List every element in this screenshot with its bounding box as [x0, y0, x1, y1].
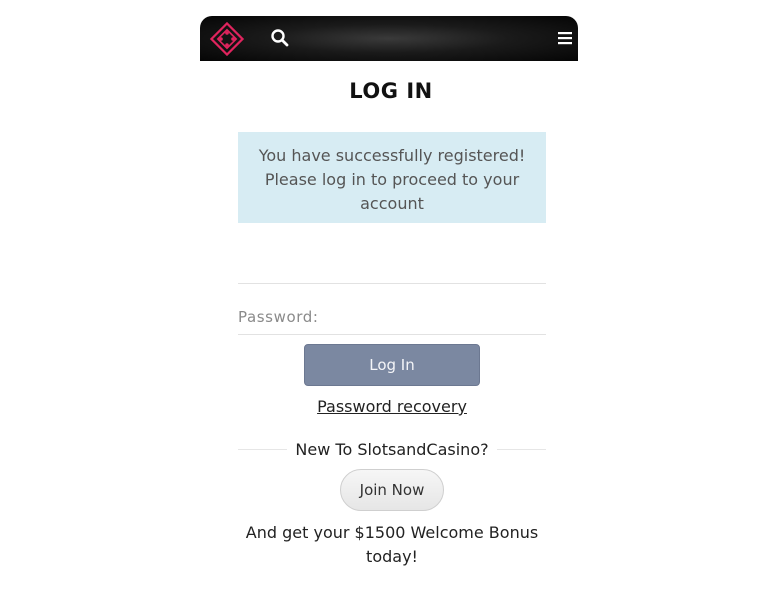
- page-title: LOG IN: [349, 79, 433, 103]
- divider-line-left: [238, 448, 288, 450]
- search-icon[interactable]: [270, 28, 290, 48]
- registration-success-alert: You have successfully registered! Please…: [238, 132, 546, 223]
- password-field[interactable]: [238, 300, 546, 335]
- top-nav-bar: [200, 16, 578, 61]
- divider-line-right: [496, 448, 547, 450]
- password-recovery-link[interactable]: Password recovery: [200, 397, 584, 416]
- mobile-viewport: LOG IN You have successfully registered!…: [200, 16, 578, 600]
- signup-prompt: New To SlotsandCasino?: [295, 439, 489, 459]
- login-button[interactable]: Log In: [304, 344, 480, 386]
- diamond-logo-icon[interactable]: [209, 21, 245, 57]
- signup-divider: New To SlotsandCasino?: [238, 437, 547, 461]
- hamburger-menu-icon[interactable]: [558, 30, 572, 45]
- join-now-button[interactable]: Join Now: [340, 469, 444, 511]
- username-field[interactable]: [238, 246, 546, 284]
- welcome-bonus-text: And get your $1500 Welcome Bonus today!: [245, 523, 539, 566]
